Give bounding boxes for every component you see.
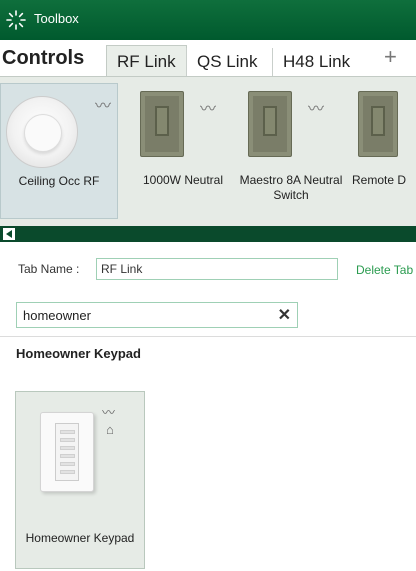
device-maestro-8a-neutral-switch[interactable]: 〰 Maestro 8A Neutral Switch xyxy=(232,83,350,219)
result-homeowner-keypad[interactable]: 〰 ⌂ Homeowner Keypad xyxy=(15,391,145,569)
result-label: Homeowner Keypad xyxy=(25,531,135,545)
wired-link-icon: ⌂ xyxy=(106,422,114,437)
device-label: Remote D xyxy=(352,173,407,187)
wireless-signal-icon: 〰 xyxy=(102,405,116,420)
tab-rf-link[interactable]: RF Link xyxy=(106,45,187,77)
tab-name-label: Tab Name : xyxy=(18,262,80,276)
search-input[interactable] xyxy=(17,303,272,327)
switch-icon xyxy=(248,91,292,157)
dimmer-icon xyxy=(140,91,184,157)
palette-scrollbar[interactable] xyxy=(0,226,416,242)
divider xyxy=(0,336,416,337)
device-label: Maestro 8A Neutral Switch xyxy=(239,173,343,202)
device-remote-dimmer[interactable]: Remote D xyxy=(344,83,416,219)
scroll-left-arrow-icon[interactable] xyxy=(2,227,16,241)
clear-search-icon[interactable]: ✕ xyxy=(278,305,291,325)
device-label: 1000W Neutral xyxy=(142,173,224,187)
tab-h48-link[interactable]: H48 Link xyxy=(272,48,360,76)
title-bar: Toolbox xyxy=(0,0,416,40)
delete-tab-link[interactable]: Delete Tab xyxy=(356,263,413,277)
add-tab-button[interactable]: + xyxy=(384,44,397,70)
device-tab-bar: Controls RF Link QS Link H48 Link + xyxy=(0,40,416,77)
tab-name-input[interactable] xyxy=(96,258,338,280)
wireless-signal-icon: 〰 xyxy=(200,101,217,118)
remote-dimmer-icon xyxy=(358,91,398,157)
window-title: Toolbox xyxy=(34,11,79,26)
lutron-sunburst-icon xyxy=(6,10,26,30)
controls-heading: Controls xyxy=(2,47,85,69)
ceiling-occupancy-sensor-icon xyxy=(6,96,78,168)
homeowner-keypad-icon xyxy=(40,412,94,492)
search-box: ✕ xyxy=(16,302,298,328)
results-section-title: Homeowner Keypad xyxy=(16,346,141,361)
wireless-signal-icon: 〰 xyxy=(95,98,112,115)
device-ceiling-occ-rf[interactable]: 〰 Ceiling Occ RF xyxy=(0,83,118,219)
device-1000w-neutral[interactable]: 〰 1000W Neutral xyxy=(124,83,242,219)
device-label: Ceiling Occ RF xyxy=(18,174,100,188)
wireless-signal-icon: 〰 xyxy=(308,101,325,118)
tab-name-row: Tab Name : Delete Tab xyxy=(0,242,416,298)
device-palette: 〰 Ceiling Occ RF 〰 1000W Neutral 〰 Maest… xyxy=(0,76,416,226)
tab-qs-link[interactable]: QS Link xyxy=(186,48,267,76)
